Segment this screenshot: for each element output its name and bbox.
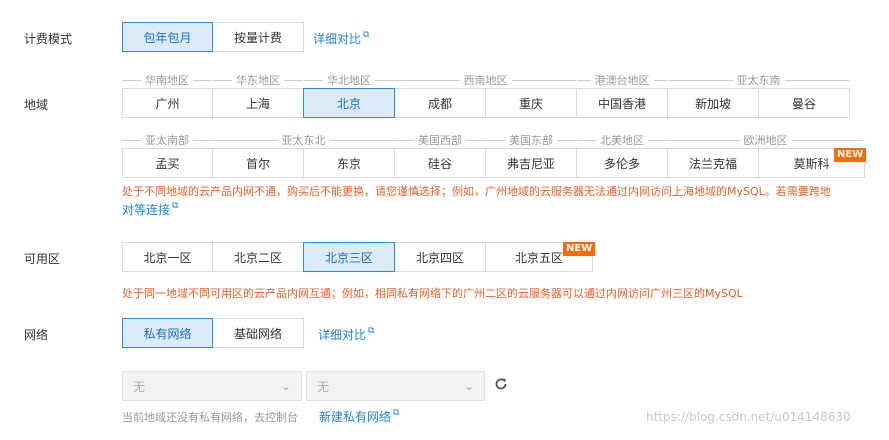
region-label: 地域 [24, 98, 49, 112]
subnet-select-value: 无 [317, 379, 330, 394]
region-group-northeast-asia: 亚太东北 [213, 133, 394, 147]
subnet-select[interactable]: 无 ⌄ [306, 371, 485, 401]
external-link-icon: ⧉ [393, 408, 400, 418]
region-option-chongqing[interactable]: 重庆 [485, 88, 577, 118]
region-group-north-america: 北美地区 [577, 133, 667, 147]
billing-compare-link[interactable]: 详细对比 ⧉ [313, 30, 369, 47]
region-option-virginia[interactable]: 弗吉尼亚 [485, 148, 577, 178]
region-group-southeast-asia: 亚太东南 [668, 73, 849, 87]
billing-option-postpaid[interactable]: 按量计费 [212, 22, 304, 52]
billing-option-prepaid[interactable]: 包年包月 [122, 22, 213, 52]
network-compare-link[interactable]: 详细对比 ⧉ [318, 326, 374, 343]
region-group-label: 亚太南部 [145, 134, 189, 147]
no-vpc-hint: 当前地域还没有私有网络，去控制台 [122, 411, 298, 424]
region-warning-text: 处于不同地域的云产品内网不通，购买后不能更换，请您谨慎选择；例如，广州地域的云服… [122, 185, 831, 198]
region-option-tokyo[interactable]: 东京 [303, 148, 395, 178]
zone-option-beijing-4[interactable]: 北京四区 [394, 242, 486, 272]
billing-compare-link-text[interactable]: 详细对比 [313, 32, 361, 46]
billing-selector: 包年包月 按量计费 [122, 22, 304, 52]
region-group-europe: 欧洲地区 [668, 133, 863, 147]
chevron-down-icon: ⌄ [280, 379, 291, 393]
region-group-label: 亚太东北 [281, 134, 326, 147]
vpc-select-value: 无 [133, 379, 146, 394]
region-option-frankfurt[interactable]: 法兰克福 [667, 148, 759, 178]
region-row-1: 广州 上海 北京 成都 重庆 中国香港 新加坡 曼谷 [122, 88, 850, 118]
external-link-icon: ⧉ [363, 30, 370, 40]
region-row-2: 孟买 首尔 东京 硅谷 弗吉尼亚 多伦多 法兰克福 莫斯科 [122, 148, 865, 178]
peering-connection-link-text[interactable]: 对等连接 [122, 203, 170, 217]
billing-label: 计费模式 [24, 32, 73, 46]
refresh-icon[interactable] [493, 376, 509, 392]
vpc-select[interactable]: 无 ⌄ [122, 371, 302, 401]
region-group-hk-mo-tw: 港澳台地区 [577, 73, 667, 87]
zone-option-beijing-1[interactable]: 北京一区 [122, 242, 213, 272]
region-group-label: 港澳台地区 [594, 74, 650, 87]
zone-option-beijing-2[interactable]: 北京二区 [212, 242, 304, 272]
create-vpc-link-text[interactable]: 新建私有网络 [319, 410, 391, 424]
region-option-seoul[interactable]: 首尔 [212, 148, 304, 178]
network-compare-link-text[interactable]: 详细对比 [318, 328, 366, 342]
peering-connection-link[interactable]: 对等连接 ⧉ [122, 201, 178, 218]
region-group-southwest-china: 西南地区 [395, 73, 576, 87]
region-group-label: 北美地区 [600, 134, 644, 147]
zone-selector: 北京一区 北京二区 北京三区 北京四区 北京五区 [122, 242, 593, 272]
region-group-label: 西南地区 [463, 74, 508, 87]
region-group-label: 欧洲地区 [743, 134, 788, 147]
region-group-east-china: 华东地区 [213, 73, 303, 87]
region-option-singapore[interactable]: 新加坡 [667, 88, 759, 118]
region-group-north-china: 华北地区 [304, 73, 394, 87]
network-option-basic[interactable]: 基础网络 [212, 318, 304, 348]
region-option-mumbai[interactable]: 孟买 [122, 148, 213, 178]
zone-new-badge: NEW [563, 242, 596, 256]
network-label: 网络 [24, 328, 49, 342]
region-group-south-asia: 亚太南部 [122, 133, 212, 147]
region-group-south-china: 华南地区 [122, 73, 212, 87]
create-vpc-link[interactable]: 新建私有网络 ⧉ [319, 408, 399, 425]
region-group-label: 华南地区 [145, 74, 189, 87]
moscow-new-badge: NEW [834, 148, 867, 162]
region-option-guangzhou[interactable]: 广州 [122, 88, 213, 118]
region-group-label: 华东地区 [236, 74, 280, 87]
region-option-beijing[interactable]: 北京 [303, 88, 395, 118]
region-option-toronto[interactable]: 多伦多 [576, 148, 668, 178]
chevron-down-icon: ⌄ [463, 379, 474, 393]
region-option-hongkong[interactable]: 中国香港 [576, 88, 668, 118]
region-group-label: 美国东部 [509, 134, 553, 147]
region-option-silicon-valley[interactable]: 硅谷 [394, 148, 486, 178]
region-option-bangkok[interactable]: 曼谷 [758, 88, 850, 118]
network-selector: 私有网络 基础网络 [122, 318, 304, 348]
region-option-shanghai[interactable]: 上海 [212, 88, 304, 118]
region-group-us-east: 美国东部 [486, 133, 576, 147]
zone-option-beijing-3[interactable]: 北京三区 [303, 242, 395, 272]
region-group-label: 美国西部 [418, 134, 462, 147]
zone-label: 可用区 [24, 252, 61, 266]
external-link-icon: ⧉ [368, 326, 375, 336]
region-group-us-west: 美国西部 [395, 133, 485, 147]
region-option-chengdu[interactable]: 成都 [394, 88, 486, 118]
region-group-label: 亚太东南 [736, 74, 781, 87]
zone-warning-text: 处于同一地域不同可用区的云产品内网互通；例如，相同私有网络下的广州二区的云服务器… [122, 287, 743, 300]
external-link-icon: ⧉ [172, 201, 179, 211]
region-group-label: 华北地区 [327, 74, 371, 87]
network-option-vpc[interactable]: 私有网络 [122, 318, 213, 348]
watermark: https://blog.csdn.net/u014148630 [646, 410, 851, 424]
